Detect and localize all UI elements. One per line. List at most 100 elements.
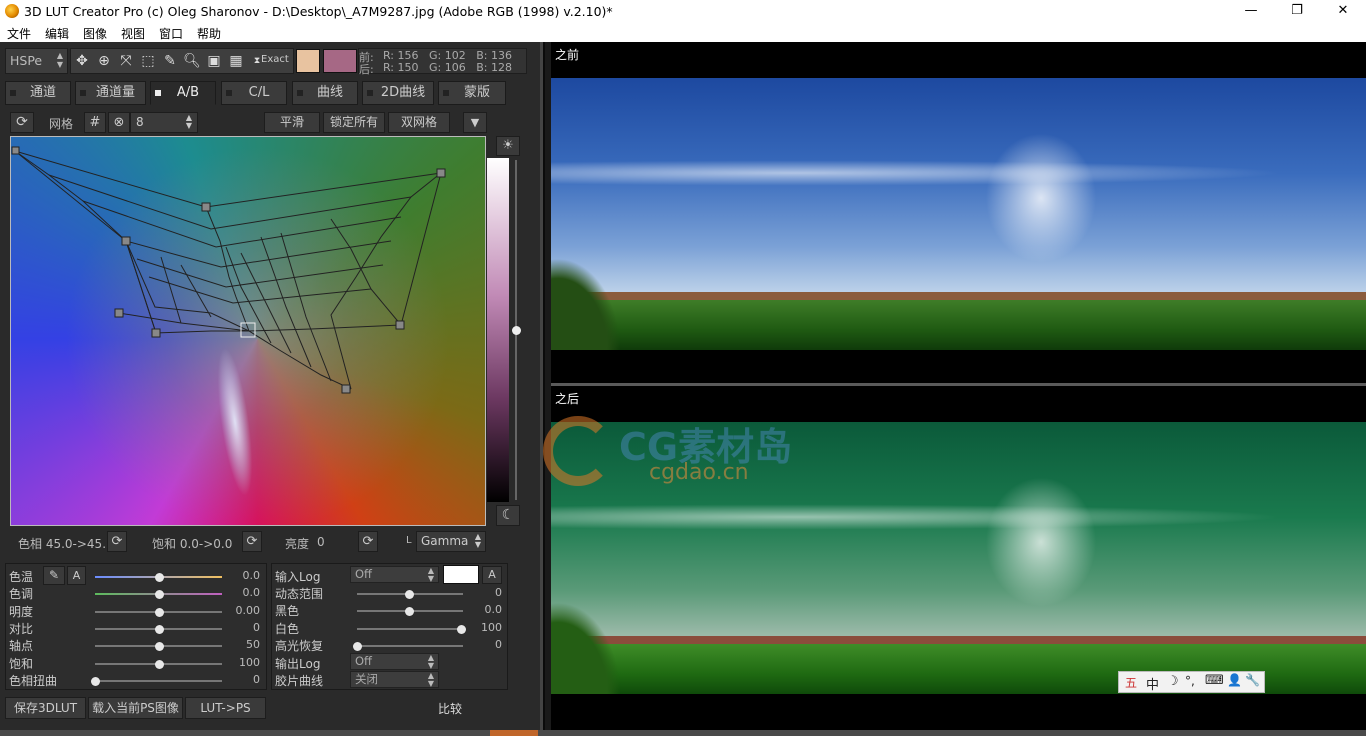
exact-label[interactable]: Exact — [261, 54, 289, 65]
eyedropper-icon[interactable]: ✎ — [43, 566, 65, 585]
menu-image[interactable]: 图像 — [83, 25, 107, 42]
cloud — [551, 158, 1366, 188]
slider-knob[interactable] — [154, 573, 164, 582]
tree-cluster — [551, 602, 621, 694]
before-photo — [551, 78, 1366, 350]
tab-label: 曲线 — [316, 85, 343, 100]
circle-grid-icon[interactable]: ⊗ — [108, 112, 130, 133]
panel-divider[interactable] — [540, 42, 543, 736]
double-grid-button[interactable]: 双网格 — [388, 112, 450, 133]
white-swatch[interactable] — [443, 565, 479, 584]
tab-mask[interactable]: 蒙版 — [438, 81, 506, 105]
slider-knob[interactable] — [353, 641, 362, 651]
slider-value: 100 — [481, 620, 502, 634]
slider-knob[interactable] — [154, 607, 164, 617]
moon-icon[interactable]: ☾ — [496, 505, 520, 526]
menu-window[interactable]: 窗口 — [159, 25, 183, 42]
spinner-icon: ▲ ▼ — [427, 653, 434, 670]
slider-knob[interactable] — [91, 676, 100, 686]
grid-icon[interactable]: # — [84, 112, 106, 133]
forest — [551, 300, 1366, 350]
lut-to-ps-button[interactable]: LUT->PS — [185, 697, 266, 719]
eyedropper-icon[interactable]: ✎ — [160, 50, 180, 72]
gamma-select-value: Gamma — [421, 534, 469, 548]
film-curve-select[interactable]: 关闭 ▲ ▼ — [350, 671, 439, 688]
after-rgb-label: 后: — [359, 63, 374, 76]
mode-select[interactable]: HSPe ▲ ▼ — [5, 48, 68, 74]
minimize-button[interactable]: — — [1228, 0, 1274, 23]
after-swatch[interactable] — [323, 49, 357, 73]
input-log-label: 输入Log — [275, 570, 321, 584]
tab-2d-curves[interactable]: 2D曲线 — [362, 81, 434, 105]
menu-file[interactable]: 文件 — [7, 25, 31, 42]
slider-track[interactable] — [95, 679, 222, 682]
smooth-button[interactable]: 平滑 — [264, 112, 320, 133]
cloud — [551, 502, 1366, 532]
ime-chinese-icon[interactable]: 中 — [1146, 674, 1159, 693]
film-curve-label: 胶片曲线 — [275, 674, 324, 688]
output-log-select[interactable]: Off ▲ ▼ — [350, 653, 439, 670]
ab-color-canvas[interactable] — [10, 136, 486, 526]
before-swatch[interactable] — [296, 49, 320, 73]
tab-label: 通道量 — [95, 85, 135, 100]
slider-knob[interactable] — [154, 659, 164, 669]
auto-a-button[interactable]: A — [67, 566, 86, 585]
brightness-value: 0 — [317, 535, 325, 549]
sun-icon[interactable]: ☀ — [496, 136, 520, 156]
menu-edit[interactable]: 编辑 — [45, 25, 69, 42]
maximize-button[interactable]: ❐ — [1274, 0, 1320, 23]
ime-keyboard-icon[interactable]: ⌨ — [1205, 673, 1224, 688]
menu-help[interactable]: 帮助 — [197, 25, 221, 42]
refresh-icon[interactable]: ⟳ — [10, 112, 34, 133]
output-log-label: 输出Log — [275, 657, 321, 671]
app-icon — [5, 4, 19, 18]
contract-icon[interactable]: ⤧ — [116, 50, 136, 72]
ime-settings-icon[interactable]: 🔧 — [1245, 673, 1260, 687]
reset-brightness-icon[interactable]: ⟳ — [358, 531, 378, 552]
mode-select-value: HSPe — [10, 53, 43, 68]
slider-track[interactable] — [357, 644, 463, 647]
slider-value: 0 — [495, 637, 502, 651]
lightness-slider-knob[interactable] — [512, 326, 521, 335]
reset-hue-icon[interactable]: ⟳ — [107, 531, 127, 552]
zoom-icon[interactable]: 🔍︎ — [182, 50, 202, 72]
slider-value: 0.0 — [242, 569, 261, 582]
ime-halfwidth-icon[interactable]: ☽ — [1167, 674, 1179, 689]
slider-knob[interactable] — [154, 624, 164, 634]
grid-tool-icon[interactable]: ▦ — [226, 50, 246, 72]
tab-channel-amount[interactable]: 通道量 — [75, 81, 146, 105]
slider-track[interactable] — [357, 627, 463, 630]
move-icon[interactable]: ✥ — [72, 50, 92, 72]
tab-label: 蒙版 — [463, 85, 490, 100]
tab-cl[interactable]: C/L — [221, 81, 287, 105]
spinner-icon: ▲ ▼ — [427, 671, 434, 688]
ime-mode-icon[interactable]: 五 — [1125, 674, 1137, 691]
lock-all-button[interactable]: 锁定所有 — [323, 112, 385, 133]
tab-curves[interactable]: 曲线 — [292, 81, 358, 105]
grid-count-spinner[interactable]: 8 ▲ ▼ — [130, 112, 198, 133]
tab-label: C/L — [248, 85, 270, 100]
gamma-select[interactable]: Gamma ▲ ▼ — [416, 531, 486, 552]
auto-a-button-right[interactable]: A — [482, 566, 502, 584]
taskbar-highlight — [490, 730, 538, 736]
slider-label: 明度 — [9, 604, 34, 619]
ime-punctuation-icon[interactable]: °, — [1185, 674, 1195, 688]
menu-view[interactable]: 视图 — [121, 25, 145, 42]
expand-icon[interactable]: ⊕ — [94, 50, 114, 72]
save-3dlut-button[interactable]: 保存3DLUT — [5, 697, 86, 719]
frame-icon[interactable]: ▣ — [204, 50, 224, 72]
reset-saturation-icon[interactable]: ⟳ — [242, 531, 262, 552]
tab-ab[interactable]: A/B — [150, 81, 216, 105]
load-ps-image-button[interactable]: 载入当前PS图像 — [88, 697, 183, 719]
compare-button[interactable]: 比较 — [438, 700, 462, 717]
marquee-icon[interactable]: ⬚ — [138, 50, 158, 72]
close-button[interactable]: ✕ — [1320, 0, 1366, 23]
slider-knob[interactable] — [154, 590, 164, 600]
slider-knob[interactable] — [405, 590, 414, 599]
slider-knob[interactable] — [154, 642, 164, 652]
input-log-select[interactable]: Off ▲ ▼ — [350, 566, 439, 583]
tab-channels[interactable]: 通道 — [5, 81, 71, 105]
dropdown-arrow-icon[interactable]: ▼ — [463, 112, 487, 133]
ime-user-icon[interactable]: 👤 — [1227, 673, 1242, 687]
before-label: 之前 — [555, 48, 580, 62]
